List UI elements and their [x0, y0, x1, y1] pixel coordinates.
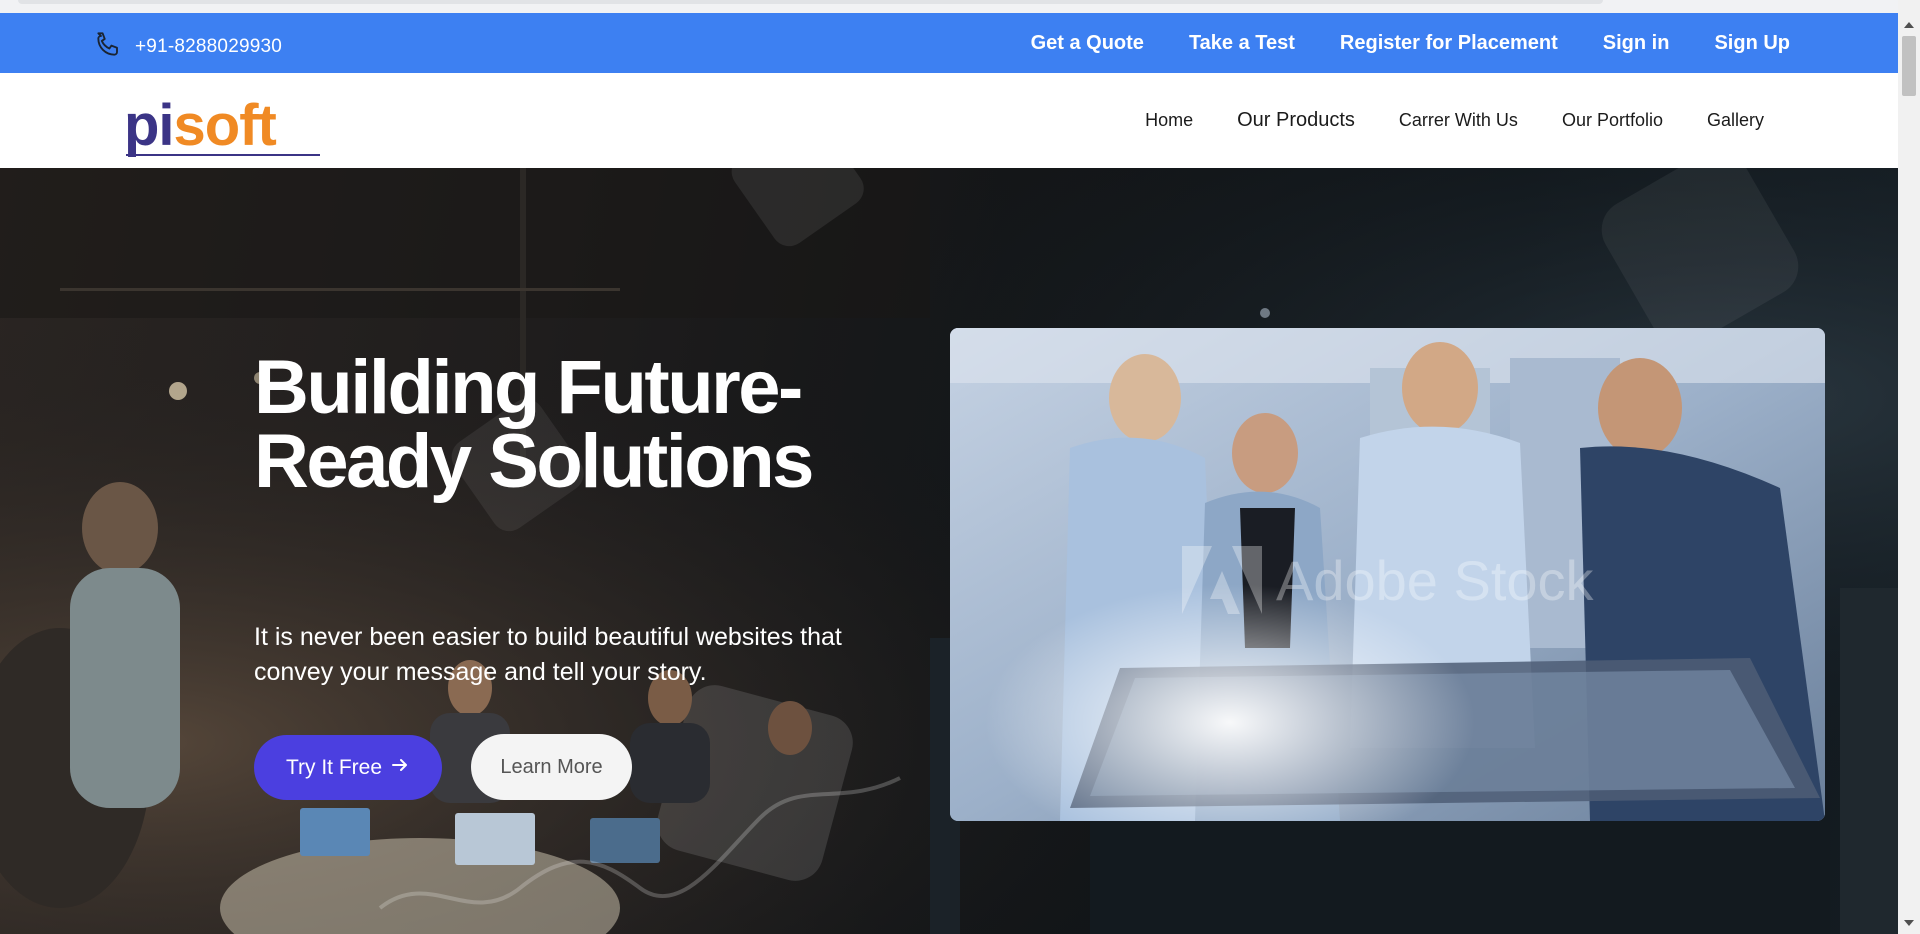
arrow-right-icon: [390, 755, 410, 781]
phone-number: +91-8288029930: [135, 35, 283, 57]
watermark-text: Adobe Stock: [1276, 548, 1594, 612]
take-a-test-link[interactable]: Take a Test: [1189, 32, 1295, 55]
scroll-up-arrow-icon[interactable]: [1904, 22, 1914, 28]
pisoft-logo[interactable]: pisoft: [124, 93, 324, 161]
hero-subtitle: It is never been easier to build beautif…: [254, 623, 842, 686]
register-for-placement-link[interactable]: Register for Placement: [1340, 32, 1558, 55]
phone-contact[interactable]: +91-8288029930: [93, 28, 282, 65]
nav-our-products[interactable]: Our Products: [1237, 109, 1355, 132]
top-links: Get a Quote Take a Test Register for Pla…: [1031, 13, 1790, 73]
nav-carrer-with-us[interactable]: Carrer With Us: [1399, 110, 1518, 131]
sign-in-link[interactable]: Sign in: [1603, 32, 1670, 55]
adobe-logo-icon: [1182, 546, 1262, 614]
hero-team-photo: Adobe Stock: [950, 328, 1825, 821]
get-a-quote-link[interactable]: Get a Quote: [1031, 32, 1144, 55]
top-contact-bar: +91-8288029930 Get a Quote Take a Test R…: [0, 13, 1898, 73]
nav-gallery[interactable]: Gallery: [1707, 110, 1764, 131]
scroll-down-arrow-icon[interactable]: [1904, 920, 1914, 926]
learn-more-button[interactable]: Learn More: [471, 734, 632, 800]
svg-text:pisoft: pisoft: [124, 101, 277, 158]
nav-home[interactable]: Home: [1145, 110, 1193, 131]
primary-nav: Home Our Products Carrer With Us Our Por…: [1145, 73, 1764, 168]
sign-up-link[interactable]: Sign Up: [1714, 32, 1790, 55]
try-it-free-label: Try It Free: [285, 755, 383, 779]
nav-our-portfolio[interactable]: Our Portfolio: [1562, 110, 1663, 131]
phone-icon: [93, 28, 125, 65]
hero-title: Building Future-Ready Solutions: [254, 345, 814, 504]
main-navbar: pisoft Home Our Products Carrer With Us …: [0, 73, 1898, 168]
browser-top-strip: [0, 0, 1898, 13]
photo-watermark: Adobe Stock: [1182, 546, 1594, 614]
try-it-free-button[interactable]: Try It Free: [254, 735, 442, 800]
page-scrollbar[interactable]: [1898, 0, 1920, 934]
browser-address-pill: [18, 0, 1603, 4]
hero-section: Building Future-Ready Solutions It is ne…: [0, 168, 1898, 934]
scrollbar-thumb[interactable]: [1902, 36, 1916, 96]
